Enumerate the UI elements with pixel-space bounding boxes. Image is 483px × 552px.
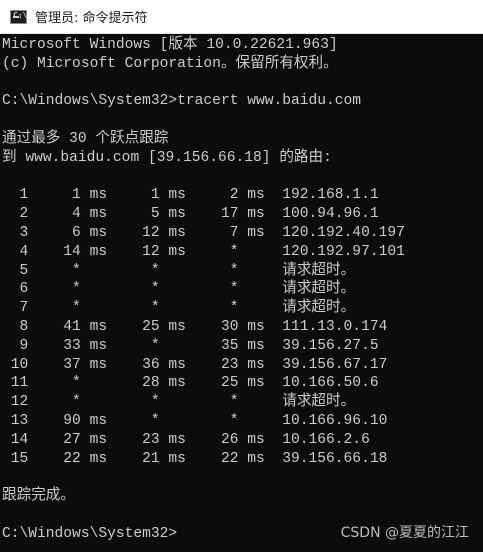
console-line: 6 * * * 请求超时。 bbox=[2, 281, 356, 298]
command-prompt-window: C:\ 管理员: 命令提示符 Microsoft Windows [版本 10.… bbox=[0, 0, 483, 552]
console-line: 4 14 ms 12 ms * 120.192.97.101 bbox=[2, 243, 405, 260]
console-line: 11 * 28 ms 25 ms 10.166.50.6 bbox=[2, 375, 379, 392]
console-line: (c) Microsoft Corporation。保留所有权利。 bbox=[2, 55, 338, 72]
console-line: 10 37 ms 36 ms 23 ms 39.156.67.17 bbox=[2, 356, 388, 373]
console-line: 2 4 ms 5 ms 17 ms 100.94.96.1 bbox=[2, 206, 379, 223]
console-line: 1 1 ms 1 ms 2 ms 192.168.1.1 bbox=[2, 187, 379, 204]
title-bar[interactable]: C:\ 管理员: 命令提示符 bbox=[0, 0, 483, 34]
console-line: 通过最多 30 个跃点跟踪 bbox=[2, 130, 169, 147]
window-title: 管理员: 命令提示符 bbox=[35, 11, 148, 26]
console-line: Microsoft Windows [版本 10.0.22621.963] bbox=[2, 37, 338, 53]
console-line: 13 90 ms * * 10.166.96.10 bbox=[2, 412, 388, 429]
console-line: 到 www.baidu.com [39.156.66.18] 的路由: bbox=[2, 149, 332, 166]
console-line: 12 * * * 请求超时。 bbox=[2, 394, 356, 411]
cmd-icon: C:\ bbox=[10, 9, 27, 24]
console-line: C:\Windows\System32>tracert www.baidu.co… bbox=[2, 93, 362, 110]
console-line: 8 41 ms 25 ms 30 ms 111.13.0.174 bbox=[2, 318, 388, 335]
watermark: CSDN @夏夏的江江 bbox=[340, 525, 469, 541]
console-line: 3 6 ms 12 ms 7 ms 120.192.40.197 bbox=[2, 224, 405, 241]
console-line: 7 * * * 请求超时。 bbox=[2, 300, 356, 317]
console-output[interactable]: Microsoft Windows [版本 10.0.22621.963] (c)… bbox=[0, 34, 483, 544]
console-line: 跟踪完成。 bbox=[2, 488, 75, 505]
console-line: 5 * * * 请求超时。 bbox=[2, 262, 356, 279]
console-line: 14 27 ms 23 ms 26 ms 10.166.2.6 bbox=[2, 431, 370, 448]
console-line: 15 22 ms 21 ms 22 ms 39.156.66.18 bbox=[2, 450, 388, 467]
console-line: 9 33 ms * 35 ms 39.156.27.5 bbox=[2, 337, 379, 354]
